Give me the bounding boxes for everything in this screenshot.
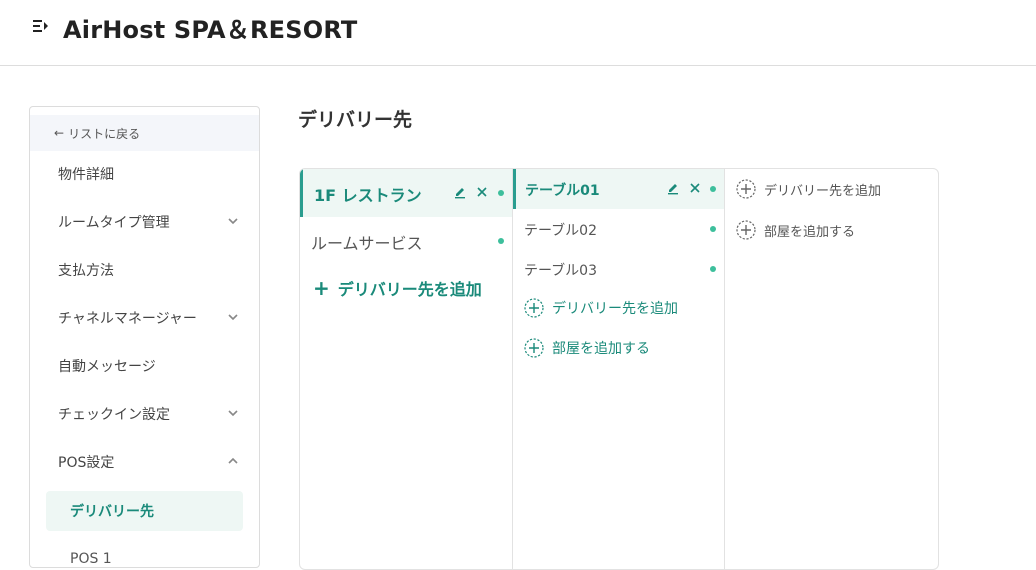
sidebar-subitem-delivery[interactable]: デリバリー先 <box>46 491 243 531</box>
add-room-button[interactable]: 部屋を追加する <box>736 220 855 240</box>
menu-icon[interactable] <box>32 17 50 35</box>
chevron-down-icon <box>228 218 238 225</box>
sidebar-item-label: POS設定 <box>58 455 115 471</box>
delivery-column-level1: 1F レストラン ルームサービス + デリバリー先を追加 <box>300 169 513 569</box>
sidebar: ← リストに戻る 物件詳細 ルームタイプ管理 支払方法 チャネルマネージャー 自… <box>29 106 260 568</box>
status-dot <box>710 226 716 232</box>
delivery-column-level3: デリバリー先を追加 部屋を追加する <box>725 169 938 569</box>
table-item-02[interactable]: テーブル02 <box>513 209 724 249</box>
chevron-down-icon <box>228 410 238 417</box>
back-to-list-link[interactable]: ← リストに戻る <box>30 115 259 151</box>
delivery-item-label: ルームサービス <box>311 234 423 253</box>
add-circle-icon <box>524 298 544 318</box>
add-delivery-label: デリバリー先を追加 <box>552 301 678 317</box>
add-delivery-button[interactable]: + デリバリー先を追加 <box>313 276 482 300</box>
sidebar-item-label: チェックイン設定 <box>58 407 170 423</box>
app-title: AirHost SPA＆RESORT <box>63 16 358 44</box>
table-item-label: テーブル03 <box>524 263 597 279</box>
table-item-label: テーブル02 <box>524 223 597 239</box>
sidebar-item-channel-manager[interactable]: チャネルマネージャー <box>30 294 259 342</box>
back-link-label: リストに戻る <box>68 126 141 141</box>
table-item-03[interactable]: テーブル03 <box>513 249 724 289</box>
chevron-down-icon <box>228 314 238 321</box>
delivery-column-level2: テーブル01 テーブル02 テーブル03 デリバリー先を追加 部屋を追加する <box>513 169 725 569</box>
add-delivery-label: デリバリー先を追加 <box>764 183 882 199</box>
page-title: デリバリー先 <box>298 109 413 131</box>
add-delivery-button[interactable]: デリバリー先を追加 <box>524 298 678 318</box>
sidebar-item-room-type[interactable]: ルームタイプ管理 <box>30 198 259 246</box>
sidebar-item-label: チャネルマネージャー <box>58 311 197 327</box>
chevron-up-icon <box>228 457 238 464</box>
delivery-item-room-service[interactable]: ルームサービス <box>300 217 512 265</box>
edit-icon[interactable] <box>666 181 680 195</box>
add-circle-icon <box>736 220 756 240</box>
status-dot <box>710 186 716 192</box>
status-dot <box>498 238 504 244</box>
sidebar-subitem-label: デリバリー先 <box>70 504 154 520</box>
add-room-label: 部屋を追加する <box>552 341 650 357</box>
app-header: AirHost SPA＆RESORT <box>0 0 1036 66</box>
sidebar-item-property-details[interactable]: 物件詳細 <box>30 150 259 198</box>
sidebar-item-checkin[interactable]: チェックイン設定 <box>30 390 259 438</box>
add-room-button[interactable]: 部屋を追加する <box>524 338 650 358</box>
table-item-label: テーブル01 <box>525 183 600 199</box>
sidebar-item-label: 自動メッセージ <box>58 359 156 375</box>
status-dot <box>710 266 716 272</box>
sidebar-item-pos[interactable]: POS設定 <box>30 438 259 486</box>
sidebar-item-label: 物件詳細 <box>58 167 114 183</box>
status-dot <box>498 190 504 196</box>
close-icon[interactable] <box>475 185 489 199</box>
add-delivery-label: デリバリー先を追加 <box>337 280 482 299</box>
sidebar-subitem-label: POS 1 <box>70 551 112 567</box>
sidebar-item-label: ルームタイプ管理 <box>58 215 170 231</box>
close-icon[interactable] <box>688 181 702 195</box>
add-delivery-button[interactable]: デリバリー先を追加 <box>736 179 881 199</box>
plus-icon: + <box>313 276 330 300</box>
add-circle-icon <box>736 179 756 199</box>
sidebar-item-payment[interactable]: 支払方法 <box>30 246 259 294</box>
delivery-item-1f-restaurant[interactable]: 1F レストラン <box>300 169 512 217</box>
delivery-item-label: 1F レストラン <box>314 186 422 205</box>
edit-icon[interactable] <box>453 185 467 199</box>
sidebar-item-auto-message[interactable]: 自動メッセージ <box>30 342 259 390</box>
table-item-01[interactable]: テーブル01 <box>513 169 724 209</box>
sidebar-item-label: 支払方法 <box>58 263 114 279</box>
add-circle-icon <box>524 338 544 358</box>
arrow-left-icon: ← <box>54 126 65 140</box>
delivery-panel: 1F レストラン ルームサービス + デリバリー先を追加 テーブル01 テーブル… <box>299 168 939 570</box>
add-room-label: 部屋を追加する <box>764 224 856 240</box>
